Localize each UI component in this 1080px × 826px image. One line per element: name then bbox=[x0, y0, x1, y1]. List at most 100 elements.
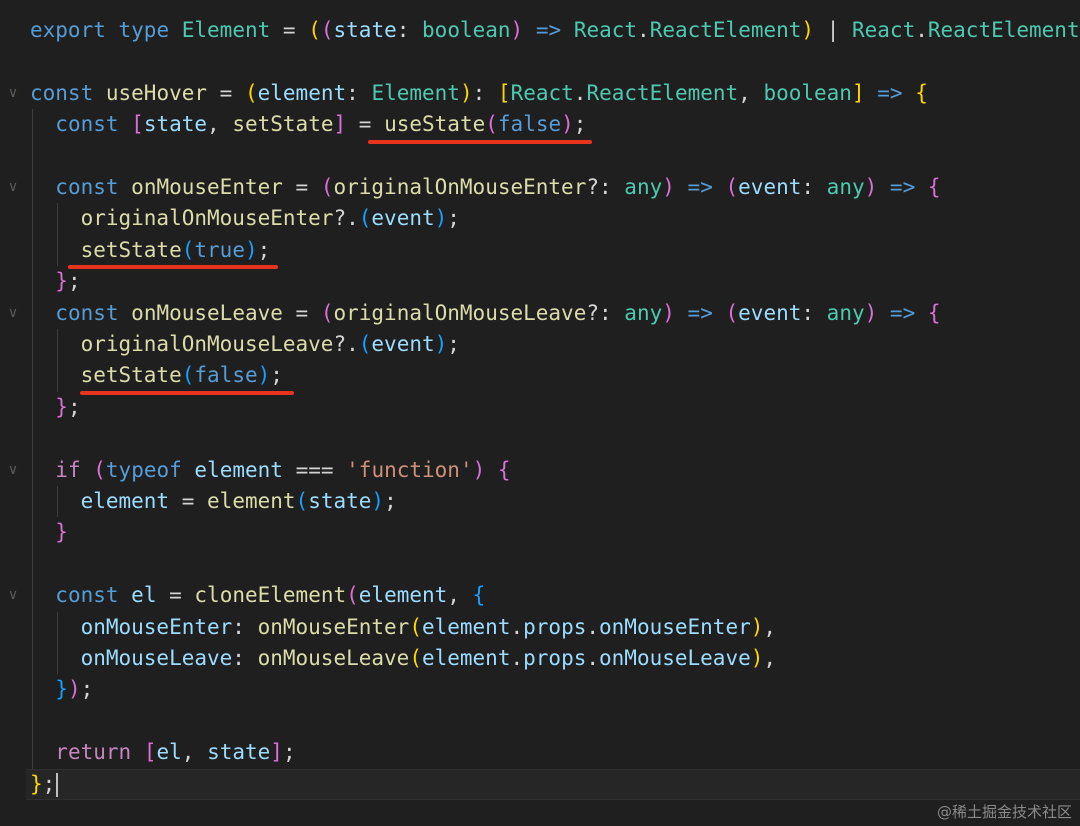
code-token: , bbox=[763, 614, 777, 639]
code-line[interactable]: setState(false); bbox=[30, 360, 283, 391]
code-token: = bbox=[169, 489, 208, 513]
code-token: } bbox=[55, 269, 68, 294]
code-token: . bbox=[573, 80, 587, 105]
code-token: React bbox=[852, 18, 916, 42]
code-token: ; bbox=[270, 363, 283, 388]
code-token: ?: bbox=[586, 175, 625, 199]
code-token: . bbox=[915, 18, 928, 42]
code-token: => bbox=[889, 300, 916, 325]
code-token: useHover bbox=[105, 80, 208, 105]
code-token: ] bbox=[270, 740, 283, 765]
chevron-down-icon[interactable]: ∨ bbox=[4, 298, 22, 329]
code-line[interactable]: const useHover = (element: Element): [Re… bbox=[30, 78, 928, 109]
code-token: event bbox=[738, 300, 802, 325]
code-token: ( bbox=[409, 646, 422, 670]
code-token: ( bbox=[93, 457, 106, 482]
text-cursor bbox=[56, 772, 59, 797]
code-token: . bbox=[586, 614, 600, 639]
code-token: any bbox=[826, 175, 865, 199]
code-token: element bbox=[421, 646, 511, 670]
chevron-down-icon[interactable]: ∨ bbox=[4, 172, 22, 203]
code-line[interactable]: originalOnMouseLeave?.(event); bbox=[30, 329, 460, 360]
code-token: state bbox=[308, 489, 372, 513]
code-token: ?. bbox=[333, 332, 359, 356]
code-line[interactable]: const onMouseLeave = (originalOnMouseLea… bbox=[30, 298, 940, 329]
code-token: element bbox=[80, 489, 170, 513]
code-token: false bbox=[497, 112, 562, 137]
chevron-down-icon[interactable]: ∨ bbox=[4, 580, 22, 611]
code-token: } bbox=[55, 677, 68, 702]
code-token: const bbox=[55, 583, 119, 608]
code-line[interactable]: onMouseLeave: onMouseLeave(element.props… bbox=[30, 643, 776, 674]
code-token: boolean bbox=[763, 80, 852, 105]
chevron-down-icon[interactable]: ∨ bbox=[4, 78, 22, 109]
code-line[interactable]: originalOnMouseEnter?.(event); bbox=[30, 203, 460, 234]
code-line[interactable]: }; bbox=[30, 769, 59, 800]
code-token: ] bbox=[333, 112, 347, 137]
code-token: originalOnMouseEnter bbox=[333, 175, 587, 199]
code-token: any bbox=[624, 300, 663, 325]
code-token: any bbox=[624, 175, 663, 199]
code-token: ; bbox=[42, 771, 56, 796]
code-token: { bbox=[497, 457, 511, 482]
code-line[interactable]: } bbox=[30, 517, 68, 548]
code-token: ( bbox=[320, 300, 334, 325]
code-token: ) bbox=[472, 457, 486, 482]
code-token: type bbox=[118, 18, 170, 42]
code-token: props bbox=[523, 646, 587, 670]
code-token: ?. bbox=[333, 206, 359, 231]
code-token: const bbox=[55, 112, 119, 137]
code-line[interactable]: export type Element = ((state: boolean) … bbox=[30, 15, 1080, 46]
code-token: => bbox=[889, 175, 916, 199]
chevron-down-icon[interactable]: ∨ bbox=[4, 455, 22, 486]
code-token: onMouseEnter bbox=[257, 614, 410, 639]
code-line[interactable]: return [el, state]; bbox=[30, 737, 295, 768]
code-token: = bbox=[156, 583, 195, 608]
code-editor[interactable]: ∨ ∨ ∨ ∨ ∨ export type Element = ((state: boo… bbox=[0, 0, 1080, 826]
code-line[interactable]: const el = cloneElement(element, { bbox=[30, 580, 485, 611]
code-token: : bbox=[801, 175, 827, 199]
code-line[interactable]: setState(true); bbox=[30, 235, 271, 266]
code-token: ( bbox=[725, 175, 739, 199]
code-token: = bbox=[346, 112, 385, 137]
code-line[interactable]: }); bbox=[30, 674, 93, 705]
code-token: ) bbox=[459, 80, 473, 105]
code-token: : bbox=[232, 646, 258, 670]
code-token: ( bbox=[485, 112, 498, 137]
code-line[interactable]: const onMouseEnter = (originalOnMouseEnt… bbox=[30, 172, 941, 203]
code-line[interactable]: onMouseEnter: onMouseEnter(element.props… bbox=[30, 612, 776, 643]
code-token: ; bbox=[67, 269, 81, 294]
code-token: ( bbox=[320, 18, 334, 42]
code-token: event bbox=[371, 332, 435, 356]
code-token: { bbox=[927, 175, 941, 199]
code-line[interactable]: element = element(state); bbox=[30, 486, 397, 517]
code-line[interactable]: if (typeof element === 'function') { bbox=[30, 455, 511, 486]
code-token: . bbox=[510, 646, 524, 670]
code-token: : bbox=[801, 300, 827, 325]
code-token: onMouseEnter bbox=[80, 614, 233, 639]
annotation-underline-setstate-false bbox=[80, 391, 294, 395]
code-token: ; bbox=[447, 332, 460, 356]
code-line[interactable]: }; bbox=[30, 392, 80, 423]
code-token: Element bbox=[181, 18, 271, 42]
code-line[interactable]: }; bbox=[30, 266, 81, 297]
code-line[interactable]: const [state, setState] = useState(false… bbox=[30, 109, 586, 140]
code-token: ) bbox=[750, 614, 764, 639]
